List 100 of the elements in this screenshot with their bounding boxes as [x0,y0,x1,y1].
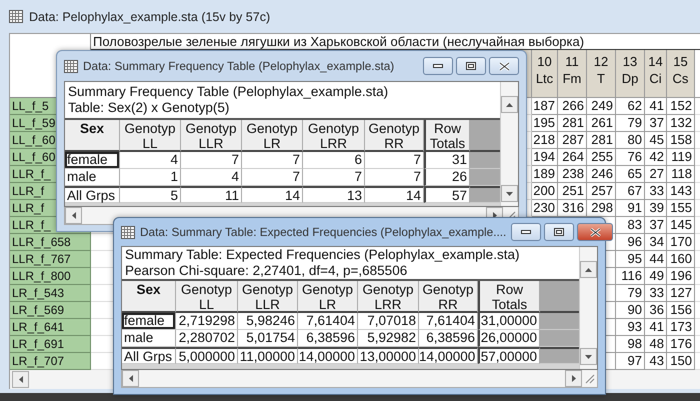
table-cell: 44 [645,251,667,268]
row-label[interactable]: female [65,152,120,169]
row-label[interactable]: female [122,313,176,330]
table-cell: 266 [558,98,587,115]
table-cell: 65 [616,166,645,183]
table-cell: 67 [616,183,645,200]
column-header: Genotyp LLR [181,120,242,152]
column-header: Genotyp LRR [303,120,365,152]
caption-line: Summary Frequency Table (Pelophylax_example.sta) [68,84,390,100]
window-title: Data: Pelophylax_example.sta (15v by 57c) [29,10,270,24]
table-cell: 90 [616,302,645,319]
table-cell: 93 [616,319,645,336]
table-cell: 2,719298 [176,313,238,330]
table-cell: 7,07018 [358,313,419,330]
column-header: Genotyp LR [242,120,303,152]
table-cell: 7 [181,152,242,169]
table-cell: 4 [181,169,242,186]
table-cell: 261 [587,115,616,132]
column-header: Row Totals [424,120,470,152]
table-cell: 5,92982 [358,330,419,347]
table-cell: 264 [558,149,587,166]
table-cell: 5,01754 [238,330,298,347]
table-cell: 45 [645,132,667,149]
row-label[interactable]: LLR_f_658 [10,234,91,251]
table-cell: 7 [365,152,424,169]
column-header: Genotyp LL [120,120,181,152]
table-cell: 189 [532,166,558,183]
table-cell: 195 [532,115,558,132]
column-header: Genotyp RR [419,281,478,313]
table-cell: 251 [558,183,587,200]
table-cell: 238 [558,166,587,183]
table-cell: 33 [645,183,667,200]
row-label[interactable]: male [65,169,120,186]
column-header: 12 T [587,50,616,98]
table-cell: 249 [587,98,616,115]
table-cell: 255 [587,149,616,166]
column-header: 13 Dp [616,50,645,98]
table-cell: 34 [645,234,667,251]
row-label[interactable]: LLR_f_800 [10,268,91,285]
column-header: Genotyp RR [365,120,424,152]
caption-line: Pearson Chi-square: 2,27401, df=4, p=,685506 [125,263,408,279]
column-header: 14 Ci [645,50,667,98]
table-cell: 218 [532,132,558,149]
column-header: Row Totals [478,281,540,313]
column-header: Genotyp LLR [238,281,298,313]
table-cell: 91 [616,200,645,217]
table-cell: 7 [242,152,303,169]
row-label[interactable]: male [122,330,176,347]
table-cell: 281 [558,115,587,132]
table-cell: 83 [616,217,645,234]
row-label[interactable]: LR_f_641 [10,319,91,336]
table-cell: 200 [532,183,558,200]
table-cell: 6 [303,152,365,169]
table-cell: 1 [120,169,181,186]
window-title: Data: Summary Table: Expected Frequencies (Pelophylax_example.... [140,225,506,239]
table-cell: 246 [587,166,616,183]
row-label[interactable]: LR_f_707 [10,353,91,370]
table-cell: 41 [645,319,667,336]
column-header: 10 Ltc [532,50,558,98]
table-cell: 80 [616,132,645,149]
table-cell: 6,38596 [298,330,358,347]
row-label[interactable]: LLR_f_767 [10,251,91,268]
table-cell: 48 [645,336,667,353]
table-cell: 37 [645,115,667,132]
column-header: Sex [122,281,176,313]
column-header: 15 Cs [667,50,695,98]
table-cell: 42 [645,149,667,166]
table-cell: 287 [558,132,587,149]
table-cell: 27 [645,166,667,183]
caption-line: Summary Table: Expected Frequencies (Pelophylax_example.sta) [125,247,520,263]
table-cell: 4 [120,152,181,169]
table-cell: 7 [365,169,424,186]
table-cell: 39 [645,200,667,217]
table-cell: 76 [616,149,645,166]
column-header: 11 Fm [558,50,587,98]
table-cell: 79 [616,285,645,302]
table-cell: 96 [616,234,645,251]
table-cell: 2,280702 [176,330,238,347]
column-header: Genotyp LL [176,281,238,313]
window-title: Data: Summary Frequency Table (Pelophylax_example.sta) [83,59,396,73]
table-cell: 33 [645,285,667,302]
table-cell: 6,38596 [419,330,478,347]
column-header: Sex [65,120,120,152]
table-cell: 95 [616,251,645,268]
table-cell: 37 [645,217,667,234]
table-cell: 79 [616,115,645,132]
table-cell: 5,98246 [238,313,298,330]
table-cell: 7,61404 [298,313,358,330]
table-cell: 62 [616,98,645,115]
table-cell: 281 [587,132,616,149]
table-cell: 187 [532,98,558,115]
table-cell: 41 [645,98,667,115]
table-cell: 7,61404 [419,313,478,330]
row-label[interactable]: LR_f_691 [10,336,91,353]
table-cell: 36 [645,302,667,319]
row-label[interactable]: LR_f_569 [10,302,91,319]
table-cell: 49 [645,268,667,285]
table-cell: 7 [242,169,303,186]
table-cell: 116 [616,268,645,285]
row-label[interactable]: LR_f_543 [10,285,91,302]
